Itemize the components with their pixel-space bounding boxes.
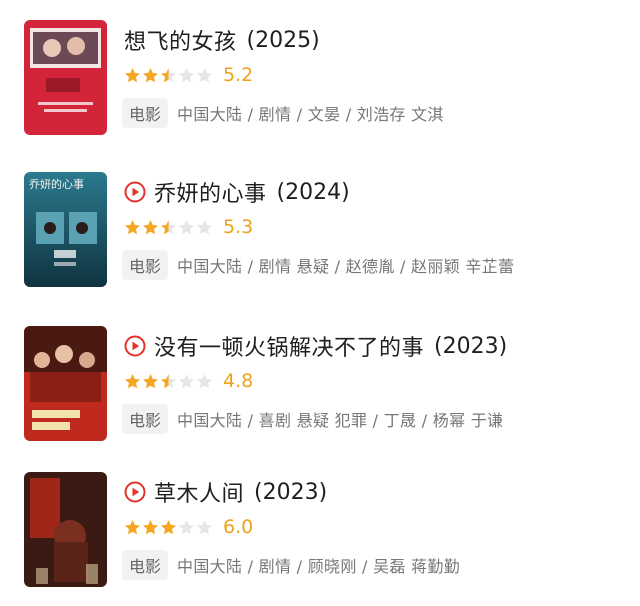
movie-year: (2024) (276, 179, 350, 205)
star-empty-icon (196, 373, 213, 390)
movie-meta: 中国大陆 / 剧情 / 文晏 / 刘浩存 文淇 (177, 105, 444, 124)
movie-item[interactable]: 乔妍的心事 乔妍的心事 (2024) 5.3 电影 中国大陆 / 剧情 悬疑 /… (0, 172, 640, 292)
movie-year: (2023) (254, 479, 328, 505)
movie-item[interactable]: 草木人间 (2023) 6.0 电影 中国大陆 / 剧情 / 顾晓刚 / 吴磊 … (0, 472, 640, 592)
star-full-icon (124, 519, 141, 536)
star-empty-icon (196, 519, 213, 536)
star-empty-icon (178, 373, 195, 390)
meta-row: 电影 中国大陆 / 喜剧 悬疑 犯罪 / 丁晟 / 杨幂 于谦 (122, 404, 503, 434)
meta-row: 电影 中国大陆 / 剧情 悬疑 / 赵德胤 / 赵丽颖 辛芷蕾 (122, 250, 514, 280)
movie-year: (2023) (434, 333, 508, 359)
star-full-icon (124, 67, 141, 84)
star-full-icon (124, 219, 141, 236)
star-half-icon (160, 373, 177, 390)
title-row: 乔妍的心事 (2024) (124, 174, 350, 210)
star-half-icon (160, 219, 177, 236)
rating-score: 4.8 (223, 370, 254, 392)
movie-meta: 中国大陆 / 喜剧 悬疑 犯罪 / 丁晟 / 杨幂 于谦 (177, 411, 504, 430)
poster-image[interactable]: 乔妍的心事 (24, 172, 107, 287)
rating-score: 5.3 (223, 216, 254, 238)
movie-title[interactable]: 没有一顿火锅解决不了的事 (154, 330, 424, 362)
star-full-icon (124, 373, 141, 390)
meta-row: 电影 中国大陆 / 剧情 / 顾晓刚 / 吴磊 蒋勤勤 (122, 550, 460, 580)
play-icon[interactable] (124, 181, 146, 203)
star-empty-icon (196, 219, 213, 236)
poster-title-text: 乔妍的心事 (29, 177, 84, 191)
star-empty-icon (178, 519, 195, 536)
star-rating (124, 219, 213, 236)
rating-row: 5.2 (124, 64, 253, 86)
poster-image[interactable] (24, 472, 107, 587)
movie-item[interactable]: 想飞的女孩 (2025) 5.2 电影 中国大陆 / 剧情 / 文晏 / 刘浩存… (0, 20, 640, 140)
play-icon[interactable] (124, 335, 146, 357)
star-half-icon (160, 67, 177, 84)
category-tag: 电影 (122, 98, 169, 128)
movie-title[interactable]: 草木人间 (154, 476, 244, 508)
movie-meta: 中国大陆 / 剧情 / 顾晓刚 / 吴磊 蒋勤勤 (177, 557, 460, 576)
rating-score: 6.0 (223, 516, 254, 538)
star-rating (124, 519, 213, 536)
meta-row: 电影 中国大陆 / 剧情 / 文晏 / 刘浩存 文淇 (122, 98, 444, 128)
star-full-icon (160, 519, 177, 536)
star-full-icon (142, 373, 159, 390)
rating-row: 4.8 (124, 370, 253, 392)
movie-list: 想飞的女孩 (2025) 5.2 电影 中国大陆 / 剧情 / 文晏 / 刘浩存… (0, 0, 640, 606)
rating-row: 5.3 (124, 216, 253, 238)
title-row: 草木人间 (2023) (124, 474, 327, 510)
movie-title[interactable]: 想飞的女孩 (124, 24, 237, 56)
star-full-icon (142, 519, 159, 536)
movie-item[interactable]: 没有一顿火锅解决不了的事 (2023) 4.8 电影 中国大陆 / 喜剧 悬疑 … (0, 326, 640, 446)
movie-year: (2025) (246, 27, 320, 53)
rating-row: 6.0 (124, 516, 253, 538)
movie-title[interactable]: 乔妍的心事 (154, 176, 267, 208)
star-full-icon (142, 67, 159, 84)
star-rating (124, 373, 213, 390)
star-empty-icon (178, 219, 195, 236)
poster-image[interactable] (24, 326, 107, 441)
star-full-icon (142, 219, 159, 236)
star-empty-icon (178, 67, 195, 84)
star-rating (124, 67, 213, 84)
title-row: 想飞的女孩 (2025) (124, 22, 320, 58)
category-tag: 电影 (122, 404, 169, 434)
poster-image[interactable] (24, 20, 107, 135)
category-tag: 电影 (122, 550, 169, 580)
star-empty-icon (196, 67, 213, 84)
rating-score: 5.2 (223, 64, 254, 86)
category-tag: 电影 (122, 250, 169, 280)
title-row: 没有一顿火锅解决不了的事 (2023) (124, 328, 507, 364)
play-icon[interactable] (124, 481, 146, 503)
movie-meta: 中国大陆 / 剧情 悬疑 / 赵德胤 / 赵丽颖 辛芷蕾 (177, 257, 515, 276)
